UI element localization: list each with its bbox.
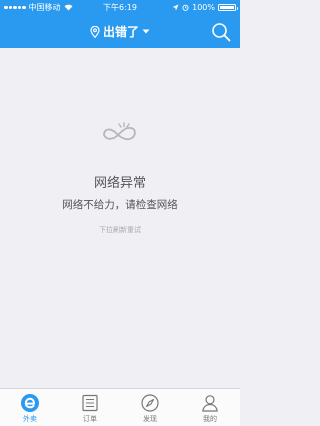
- pull-to-refresh-hint: 下拉刷新重试: [99, 226, 141, 234]
- network-error-icon: [103, 122, 136, 141]
- tab-takeout-label: 外卖: [23, 415, 37, 423]
- tab-bar: 外卖 订单 发现 我的: [0, 388, 240, 426]
- app-screen: 中国移动 下午6:19 100% 出错了 网络异常 网络不给力，请检查网络 下拉…: [0, 0, 240, 426]
- battery-icon: [218, 4, 238, 11]
- order-list-icon: [82, 394, 98, 412]
- location-label: 出错了: [102, 25, 139, 39]
- status-bar: 中国移动 下午6:19 100%: [0, 0, 240, 15]
- error-title: 网络异常: [93, 176, 146, 191]
- takeout-e-icon: [21, 394, 39, 412]
- error-message: 网络不给力，请检查网络: [62, 199, 178, 211]
- error-state: 网络异常 网络不给力，请检查网络 下拉刷新重试: [0, 48, 240, 388]
- compass-icon: [141, 394, 159, 412]
- status-right: 100%: [172, 0, 238, 15]
- location-selector[interactable]: 出错了: [0, 15, 240, 48]
- search-icon[interactable]: [210, 21, 232, 43]
- battery-percent: 100%: [192, 3, 215, 12]
- alarm-icon: [182, 4, 189, 11]
- tab-discover[interactable]: 发现: [120, 389, 180, 426]
- tab-orders-label: 订单: [83, 415, 97, 423]
- location-arrow-icon: [172, 4, 179, 11]
- nav-bar: 出错了: [0, 15, 240, 48]
- tab-takeout[interactable]: 外卖: [0, 389, 60, 426]
- tab-profile-label: 我的: [203, 415, 217, 423]
- tab-discover-label: 发现: [143, 415, 157, 423]
- header: 中国移动 下午6:19 100% 出错了: [0, 0, 240, 48]
- caret-down-icon: [142, 29, 150, 34]
- tab-orders[interactable]: 订单: [60, 389, 120, 426]
- location-pin-icon: [90, 25, 100, 38]
- tab-profile[interactable]: 我的: [180, 389, 240, 426]
- user-icon: [202, 395, 218, 412]
